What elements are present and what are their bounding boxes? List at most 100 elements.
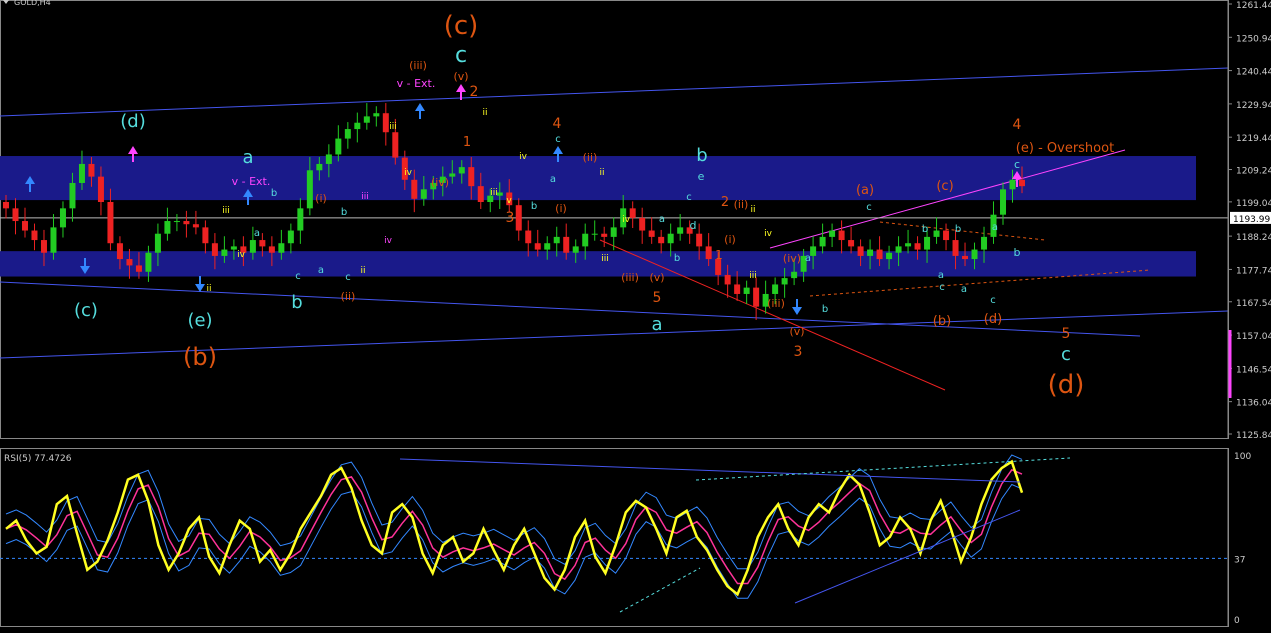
wave-label-5-mid: 5 (653, 290, 662, 306)
candle-body (743, 287, 750, 294)
wave-label-minor-letter: c (555, 134, 561, 145)
arrow-head (128, 146, 138, 154)
wave-label-minor-letter: b (922, 224, 928, 235)
wave-label-4-right: 4 (1013, 117, 1022, 133)
wave-label-minor-letter: c (866, 202, 872, 213)
candle-body (572, 246, 579, 253)
candle-body (344, 129, 351, 139)
wave-label-v-ext-top: v - Ext. (397, 77, 436, 90)
candle-body (468, 167, 475, 187)
candle-body (629, 208, 636, 218)
candle-body (50, 227, 57, 253)
wave-label-i-left: (i) (315, 192, 327, 205)
chart-canvas[interactable]: (c)c(d)c5(d)(b)(e)(c)abba334 452121(e) - … (0, 0, 1271, 633)
candle-body (392, 132, 399, 158)
candle-body (59, 208, 66, 228)
wave-label-minor: iii (361, 192, 369, 202)
price-tick-label: 1219.44 (1236, 134, 1271, 144)
wave-label-b-paren: (b) (933, 314, 951, 329)
wave-label-minor: ii (599, 168, 604, 178)
wave-label-minor-letter: a (805, 253, 811, 264)
wave-label-3-bottom: 3 (794, 344, 803, 360)
wave-label-a-paren: (a) (856, 183, 874, 198)
wave-label-minor-letter: a (992, 222, 998, 233)
wave-label-minor-letter: a (961, 284, 967, 295)
candle-body (876, 249, 883, 260)
wave-label-c-small: c (1014, 158, 1020, 171)
wave-label-iv-top: (iv) (431, 176, 449, 189)
wave-label-2: 2 (470, 84, 479, 100)
candle-body (819, 236, 826, 247)
rsi-tick-label: 0 (1234, 616, 1240, 626)
wave-label-minor-letter: a (659, 214, 665, 225)
symbol-title: GOLD,H4 (14, 0, 51, 7)
candle-body (373, 113, 380, 117)
candle-body (249, 240, 256, 253)
candle-body (1019, 179, 1025, 187)
lower-channel-line (0, 281, 1141, 337)
wave-label-c-left: (c) (74, 300, 98, 321)
candle-body (97, 176, 104, 203)
candle-body (734, 284, 741, 294)
wave-label-5-right: 5 (1062, 326, 1071, 342)
candle-body (3, 202, 9, 209)
candle-body (848, 240, 855, 247)
candle-body (183, 221, 190, 225)
wave-label-iii-top: (iii) (409, 59, 427, 72)
wave-label-major-b: (b) (183, 343, 217, 371)
arrow-head (415, 103, 425, 111)
arrow-head (456, 84, 466, 92)
candle-body (772, 284, 779, 294)
wave-label-minor: ii (482, 108, 487, 118)
price-panel-frame (0, 0, 1229, 439)
symbol-marker-icon (3, 0, 9, 4)
candle-body (316, 163, 323, 171)
wave-label-minor-letter: a (938, 270, 944, 281)
candle-body (306, 170, 313, 209)
wave-label-1-mid: 1 (715, 248, 723, 262)
wave-label-minor: iii (749, 271, 757, 281)
current-price-label: 1193.99 (1233, 215, 1270, 225)
price-tick-label: 1125.84 (1236, 431, 1271, 441)
candle-body (838, 230, 845, 241)
candle-body (525, 230, 532, 244)
candle-body (1009, 179, 1016, 190)
candle-body (534, 243, 541, 250)
candle-body (591, 233, 598, 235)
candle-body (88, 163, 95, 177)
candle-body (601, 233, 608, 237)
candle-body (696, 233, 703, 247)
candle-body (857, 246, 864, 256)
wave-label-i-mid: (i) (724, 233, 736, 246)
wave-label-minor-letter: b (674, 253, 680, 264)
candle-body (126, 259, 133, 266)
wave-label-minor-letter: b (822, 304, 828, 315)
wave-label-major-d: (d) (1048, 370, 1085, 400)
wave-label-1: 1 (463, 135, 471, 150)
candle-body (449, 173, 456, 177)
upper-channel-line (0, 67, 1229, 117)
wave-label-v-ext-left: v - Ext. (232, 175, 271, 188)
candle-body (268, 246, 275, 253)
wave-label-e-small: e (698, 170, 705, 183)
candle-body (952, 240, 959, 256)
wave-label-ii-mid: (ii) (734, 198, 749, 211)
candle-body (544, 243, 551, 250)
wave-label-minor: iv (622, 215, 631, 225)
price-tick-label: 1146.54 (1236, 365, 1271, 375)
candle-body (914, 243, 921, 250)
candle-body (791, 271, 798, 279)
wave-label-a-mid: a (651, 314, 662, 335)
candle-body (363, 116, 370, 123)
candle-body (667, 233, 674, 244)
candle-body (40, 240, 47, 253)
wave-label-c-top: c (455, 43, 467, 68)
candle-body (905, 243, 912, 247)
candle-body (420, 189, 427, 199)
price-tick-label: 1167.54 (1236, 299, 1271, 309)
candle-body (221, 249, 228, 256)
wave-label-ii-left: (ii) (341, 290, 356, 303)
arrow-head (553, 146, 563, 154)
wave-label-minor: ii (360, 266, 365, 276)
price-tick-label: 1209.24 (1236, 167, 1271, 177)
